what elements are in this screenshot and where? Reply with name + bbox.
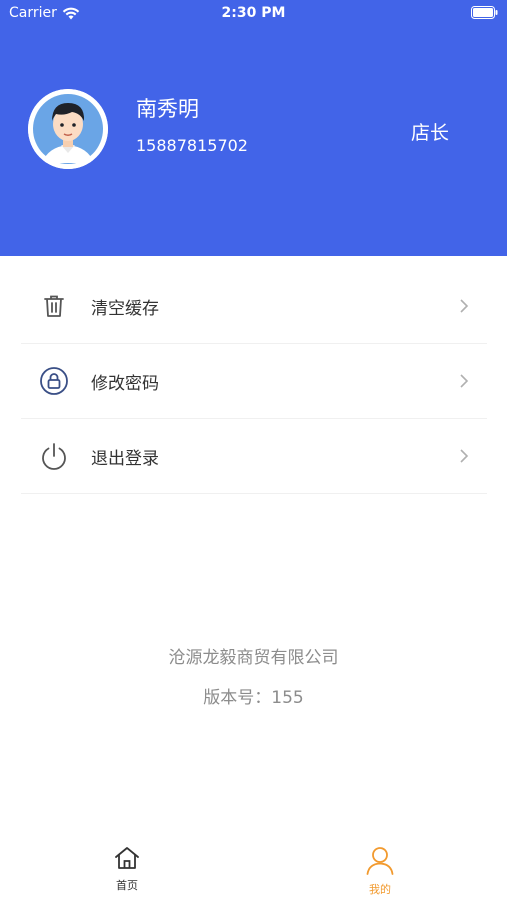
menu-item-label: 修改密码 — [91, 373, 159, 394]
lock-icon — [40, 367, 68, 395]
battery-icon — [471, 6, 498, 19]
profile-header: Carrier 2:30 PM 南秀明 15887815702 店长 — [0, 0, 507, 256]
tab-label: 首页 — [116, 879, 138, 892]
menu-item-logout[interactable]: 退出登录 — [21, 419, 487, 494]
user-name: 南秀明 — [136, 97, 199, 121]
menu-item-clear-cache[interactable]: 清空缓存 — [21, 269, 487, 344]
user-icon — [366, 847, 394, 875]
user-phone: 15887815702 — [136, 136, 248, 155]
company-name: 沧源龙毅商贸有限公司 — [168, 648, 339, 668]
menu-item-change-password[interactable]: 修改密码 — [21, 344, 487, 419]
avatar-image — [28, 89, 108, 169]
status-time: 2:30 PM — [221, 5, 286, 21]
tab-label: 我的 — [369, 883, 391, 896]
chevron-right-icon — [460, 299, 469, 313]
user-role: 店长 — [411, 122, 450, 144]
menu-item-label: 退出登录 — [91, 448, 159, 469]
tab-home[interactable]: 首页 — [87, 845, 167, 893]
trash-icon — [44, 295, 64, 317]
tab-bar: 首页 我的 — [0, 835, 507, 900]
menu-item-label: 清空缓存 — [91, 298, 159, 319]
home-icon — [115, 847, 139, 869]
status-bar: Carrier 2:30 PM — [0, 0, 507, 28]
avatar[interactable] — [28, 89, 108, 169]
chevron-right-icon — [460, 374, 469, 388]
settings-menu: 清空缓存 修改密码 退出登录 — [21, 269, 487, 494]
chevron-right-icon — [460, 449, 469, 463]
app-version: 版本号：155 — [203, 688, 304, 708]
power-icon — [42, 443, 66, 470]
tab-mine[interactable]: 我的 — [340, 845, 420, 897]
